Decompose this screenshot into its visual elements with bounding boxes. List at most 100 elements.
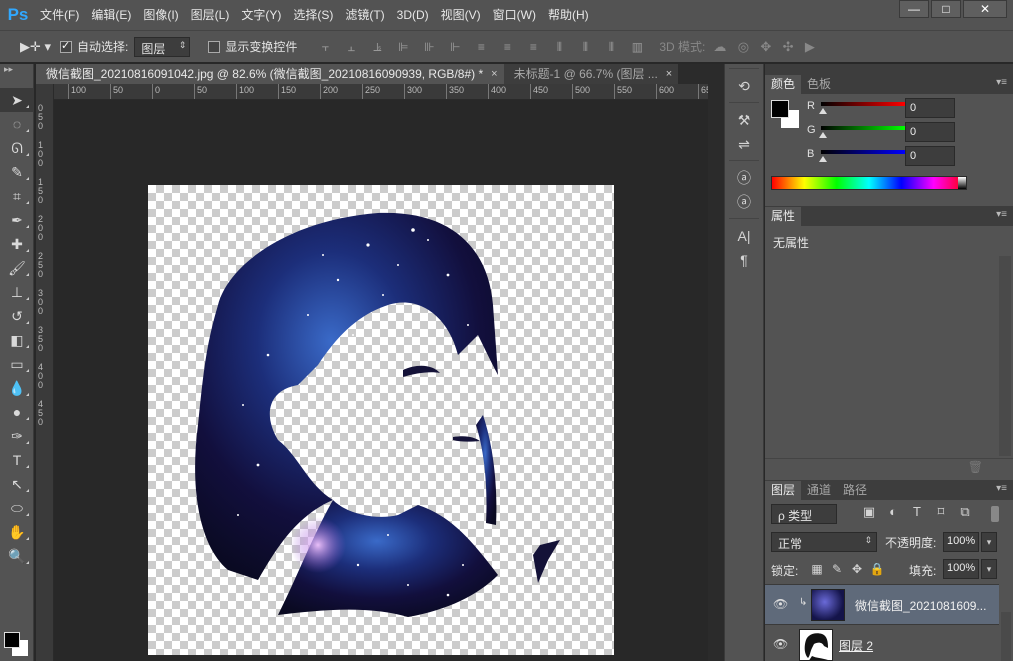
marquee-tool-icon[interactable]: ◌ [0, 112, 34, 136]
move-tool-preset-icon[interactable]: ▶✛ ▾ [20, 39, 60, 55]
close-tab-icon[interactable]: × [666, 64, 672, 84]
dodge-tool-icon[interactable]: ● [0, 400, 34, 424]
menu-file[interactable]: 文件(F) [34, 0, 85, 30]
color-spectrum-ramp[interactable] [771, 176, 967, 190]
menu-3d[interactable]: 3D(D) [391, 0, 435, 30]
align-left-icon[interactable]: ⊫ [393, 37, 413, 57]
black-white-ramp[interactable] [958, 177, 966, 189]
pen-tool-icon[interactable]: ✑ [0, 424, 34, 448]
panel-menu-icon[interactable]: ▾≡ [996, 209, 1007, 220]
toolbox-grip[interactable]: ▸▸ [0, 64, 33, 88]
align-bottom-icon[interactable]: ⫡ [367, 37, 387, 57]
eyedropper-tool-icon[interactable]: ✒ [0, 208, 34, 232]
green-slider-handle[interactable] [819, 132, 827, 138]
tool-presets-panel-icon[interactable]: ⚒ [725, 108, 763, 132]
lock-position-icon[interactable]: ✥ [847, 562, 867, 576]
lock-image-icon[interactable]: ✎ [827, 562, 847, 576]
auto-select-checkbox[interactable] [60, 39, 72, 53]
lock-all-icon[interactable]: 🔒 [867, 562, 887, 576]
menu-type[interactable]: 文字(Y) [235, 0, 287, 30]
zoom-tool-icon[interactable]: 🔍 [0, 544, 34, 568]
close-tab-icon[interactable]: × [491, 64, 497, 84]
brush-panel-icon[interactable]: ⇌ [725, 132, 763, 156]
layers-scrollbar[interactable] [1001, 612, 1011, 661]
move-tool-icon[interactable]: ➤ [0, 88, 34, 112]
layer-row[interactable]: 👁 ↳ 微信截图_2021081609... [765, 584, 999, 624]
clone-stamp-tool-icon[interactable]: ⊥ [0, 280, 34, 304]
green-slider[interactable] [821, 126, 905, 130]
adjustment-layer-filter-icon[interactable]: ◐ [881, 504, 905, 520]
properties-scrollbar[interactable] [999, 256, 1011, 456]
opacity-field[interactable]: 100% [943, 532, 979, 552]
pixel-layer-filter-icon[interactable]: ▣ [857, 504, 881, 520]
shape-tool-icon[interactable]: ⬭ [0, 496, 34, 520]
panel-collapse-bar[interactable] [765, 64, 1013, 74]
3d-roll-icon[interactable]: ◎ [738, 39, 749, 54]
align-vcenter-icon[interactable]: ⫠ [341, 37, 361, 57]
menu-image[interactable]: 图像(I) [137, 0, 184, 30]
distribute-vcenter-icon[interactable]: ≡ [497, 37, 517, 57]
history-panel-icon[interactable]: ⟲ [725, 74, 763, 98]
lasso-tool-icon[interactable]: ᘏ [0, 136, 34, 160]
quick-select-tool-icon[interactable]: ✎ [0, 160, 34, 184]
menu-window[interactable]: 窗口(W) [487, 0, 542, 30]
align-right-icon[interactable]: ⊩ [445, 37, 465, 57]
close-window-button[interactable]: ✕ [963, 0, 1007, 18]
menu-view[interactable]: 视图(V) [435, 0, 487, 30]
3d-pan-icon[interactable]: ✥ [760, 39, 771, 54]
tab-color[interactable]: 颜色 [765, 75, 802, 94]
green-value-field[interactable]: 0 [905, 122, 955, 142]
canvas-workspace[interactable] [55, 101, 708, 661]
blue-slider[interactable] [821, 150, 905, 154]
distribute-hcenter-icon[interactable]: ⦀ [575, 37, 595, 57]
character-styles-panel-icon[interactable]: ⓐ [725, 166, 763, 190]
horizontal-ruler[interactable]: 100 50 0 50 100 150 200 250 300 350 400 450 500 550 60… [54, 84, 708, 100]
layer-filter-dropdown[interactable]: ρ 类型 [771, 504, 837, 524]
hand-tool-icon[interactable]: ✋ [0, 520, 34, 544]
type-tool-icon[interactable]: T [0, 448, 34, 472]
opacity-dropdown-icon[interactable]: ▾ [981, 532, 997, 552]
tab-document-2[interactable]: 未标题-1 @ 66.7% (图层 ... × [503, 64, 679, 84]
red-slider-handle[interactable] [819, 108, 827, 114]
distribute-bottom-icon[interactable]: ≡ [523, 37, 543, 57]
layer-row[interactable]: 👁 图层 2 [765, 624, 999, 661]
maximize-button[interactable]: □ [931, 0, 961, 18]
trash-icon[interactable]: 🗑 [968, 460, 983, 474]
menu-layer[interactable]: 图层(L) [185, 0, 236, 30]
red-value-field[interactable]: 0 [905, 98, 955, 118]
paragraph-styles-panel-icon[interactable]: ⓐ [725, 190, 763, 214]
auto-select-target-dropdown[interactable]: 图层 [134, 36, 191, 57]
character-panel-icon[interactable]: A| [725, 224, 763, 248]
show-transform-checkbox[interactable] [208, 40, 221, 53]
tab-paths[interactable]: 路径 [837, 481, 873, 500]
panel-menu-icon[interactable]: ▾≡ [996, 77, 1007, 88]
layer-name[interactable]: 图层 2 [839, 637, 873, 654]
tab-properties[interactable]: 属性 [765, 207, 802, 226]
document-canvas[interactable] [148, 185, 614, 655]
type-layer-filter-icon[interactable]: T [905, 504, 929, 520]
distribute-left-icon[interactable]: ⦀ [549, 37, 569, 57]
fill-dropdown-icon[interactable]: ▾ [981, 559, 997, 579]
panel-menu-icon[interactable]: ▾≡ [996, 483, 1007, 494]
red-slider[interactable] [821, 102, 905, 106]
menu-edit[interactable]: 编辑(E) [85, 0, 137, 30]
crop-tool-icon[interactable]: ⌗ [0, 184, 34, 208]
blue-value-field[interactable]: 0 [905, 146, 955, 166]
shape-layer-filter-icon[interactable]: ⌑ [929, 504, 953, 520]
blend-mode-dropdown[interactable]: 正常 [771, 532, 877, 552]
foreground-color-swatch[interactable] [771, 100, 789, 118]
menu-help[interactable]: 帮助(H) [542, 0, 595, 30]
3d-rotate-icon[interactable]: ☁ [713, 39, 726, 54]
layer-name[interactable]: 微信截图_2021081609... [855, 597, 986, 614]
filter-toggle-switch[interactable] [991, 506, 999, 522]
paragraph-panel-icon[interactable]: ¶ [725, 248, 763, 272]
minimize-button[interactable]: — [899, 0, 929, 18]
tab-layers[interactable]: 图层 [765, 481, 802, 500]
fill-field[interactable]: 100% [943, 559, 979, 579]
align-hcenter-icon[interactable]: ⊪ [419, 37, 439, 57]
auto-align-icon[interactable]: ▥ [627, 37, 647, 57]
lock-transparent-icon[interactable]: ▦ [807, 562, 827, 576]
menu-filter[interactable]: 滤镜(T) [339, 0, 390, 30]
align-top-icon[interactable]: ⫟ [315, 37, 335, 57]
smart-object-filter-icon[interactable]: ⧉ [953, 504, 977, 520]
